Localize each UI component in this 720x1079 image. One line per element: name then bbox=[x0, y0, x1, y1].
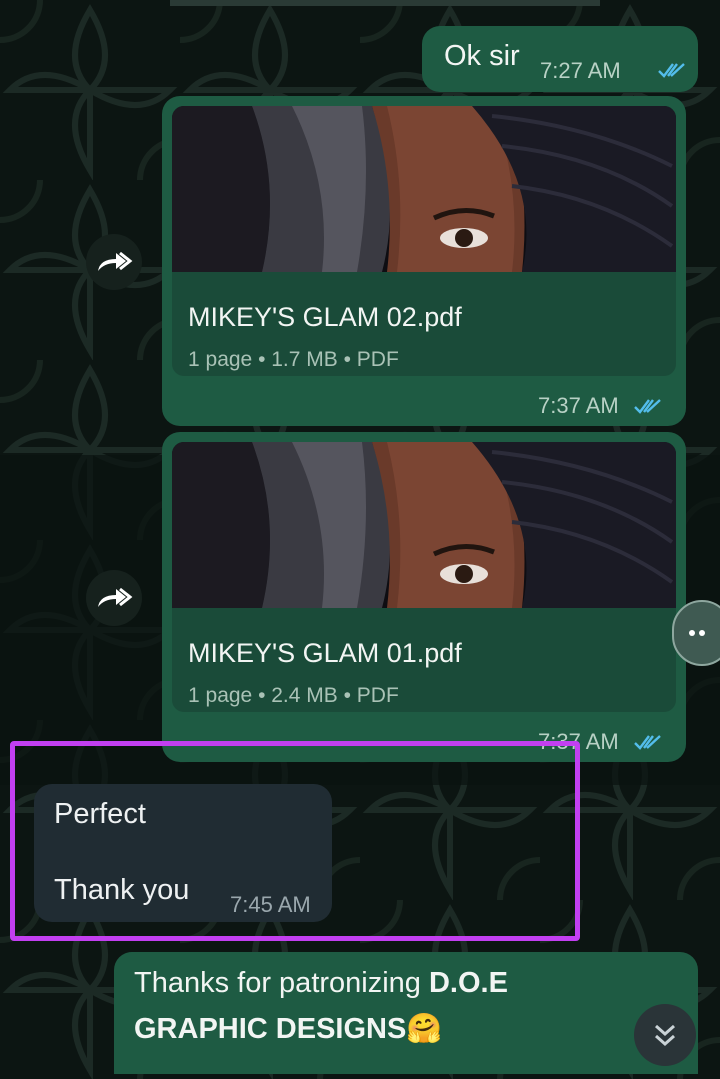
document-message-glam-02[interactable]: MIKEY'S GLAM 02.pdf 1 page • 1.7 MB • PD… bbox=[162, 96, 686, 426]
message-ok-sir[interactable]: Ok sir 7:27 AM bbox=[422, 26, 698, 92]
double-check-icon bbox=[634, 399, 661, 414]
scroll-to-bottom-button[interactable] bbox=[634, 1004, 696, 1066]
more-dots-icon bbox=[689, 630, 705, 636]
document-meta: 1 page • 1.7 MB • PDF bbox=[188, 348, 399, 371]
hugging-face-emoji: 🤗 bbox=[406, 1013, 443, 1045]
document-thumbnail bbox=[172, 442, 676, 608]
chevron-double-down-icon bbox=[655, 1024, 675, 1047]
document-filename: MIKEY'S GLAM 01.pdf bbox=[188, 638, 462, 668]
forward-icon bbox=[98, 587, 133, 607]
message-time: 7:27 AM bbox=[540, 58, 621, 83]
double-check-icon bbox=[634, 735, 661, 750]
document-thumbnail bbox=[172, 106, 676, 272]
message-text-bold-1: D.O.E bbox=[428, 967, 508, 999]
forward-icon bbox=[98, 251, 133, 271]
message-text-bold-2: GRAPHIC DESIGNS bbox=[134, 1013, 407, 1045]
side-panel-handle[interactable] bbox=[672, 600, 720, 666]
document-card[interactable]: MIKEY'S GLAM 02.pdf 1 page • 1.7 MB • PD… bbox=[172, 106, 676, 376]
message-text: Thanks for patronizing D.O.E GRAPHIC DES… bbox=[134, 960, 674, 1052]
message-thanks[interactable]: Thanks for patronizing D.O.E GRAPHIC DES… bbox=[114, 952, 698, 1074]
document-message-glam-01[interactable]: MIKEY'S GLAM 01.pdf 1 page • 2.4 MB • PD… bbox=[162, 432, 686, 762]
forward-button[interactable] bbox=[86, 570, 142, 626]
message-text: Ok sir bbox=[444, 40, 520, 72]
document-filename: MIKEY'S GLAM 02.pdf bbox=[188, 302, 462, 332]
forward-button[interactable] bbox=[86, 234, 142, 290]
highlight-annotation bbox=[10, 741, 580, 941]
message-time: 7:37 AM bbox=[538, 393, 619, 418]
double-check-icon bbox=[658, 63, 685, 78]
document-card[interactable]: MIKEY'S GLAM 01.pdf 1 page • 2.4 MB • PD… bbox=[172, 442, 676, 712]
document-meta: 1 page • 2.4 MB • PDF bbox=[188, 684, 399, 707]
message-text-prefix: Thanks for patronizing bbox=[134, 967, 429, 999]
